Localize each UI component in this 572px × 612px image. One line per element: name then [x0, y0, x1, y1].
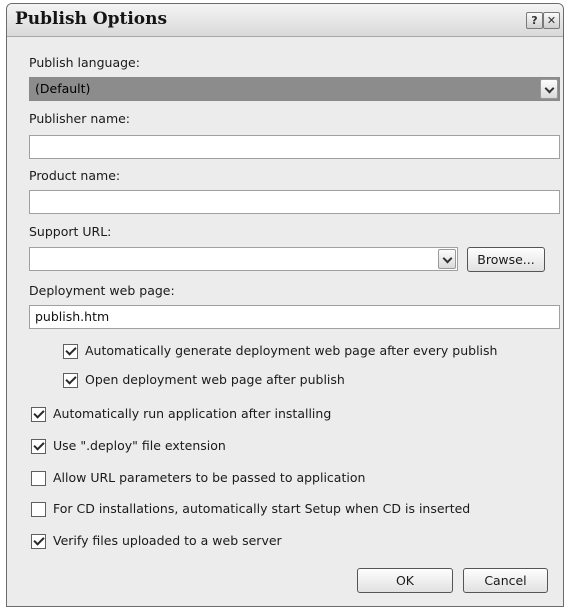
- checkbox-box: [31, 471, 46, 486]
- checkbox-box: [31, 502, 46, 517]
- checkbox-label: Open deployment web page after publish: [85, 372, 345, 387]
- support-url-label: Support URL:: [29, 224, 112, 239]
- dialog-title: Publish Options: [15, 9, 168, 29]
- close-button[interactable]: ✕: [543, 12, 560, 29]
- product-name-input[interactable]: [29, 190, 560, 214]
- chevron-down-icon[interactable]: [438, 249, 456, 269]
- deployment-page-input[interactable]: publish.htm: [29, 305, 560, 329]
- close-icon: ✕: [546, 14, 557, 27]
- help-icon: ?: [531, 14, 538, 27]
- title-bar[interactable]: Publish Options ? ✕: [7, 4, 563, 37]
- checkmark-icon: [63, 344, 78, 359]
- publisher-name-label: Publisher name:: [29, 111, 131, 126]
- publish-options-dialog: Publish Options ? ✕ Publish language: (D…: [6, 3, 564, 607]
- checkmark-icon: [31, 534, 46, 549]
- checkbox-label: For CD installations, automatically star…: [53, 501, 471, 516]
- checkmark-icon: [31, 439, 46, 454]
- checkbox-label: Verify files uploaded to a web server: [53, 533, 282, 548]
- checkbox-label: Automatically run application after inst…: [53, 406, 332, 421]
- checkbox-label: Allow URL parameters to be passed to app…: [53, 470, 366, 485]
- ok-button[interactable]: OK: [357, 568, 453, 593]
- checkmark-icon: [31, 407, 46, 422]
- product-name-label: Product name:: [29, 168, 121, 183]
- checkmark-icon: [63, 373, 78, 388]
- publisher-name-input[interactable]: [29, 135, 560, 159]
- checkbox-label: Automatically generate deployment web pa…: [85, 343, 498, 358]
- deployment-page-value: publish.htm: [35, 309, 110, 324]
- publish-language-combo[interactable]: (Default): [29, 77, 560, 101]
- help-button[interactable]: ?: [526, 12, 543, 29]
- chevron-down-icon[interactable]: [540, 79, 558, 99]
- browse-button[interactable]: Browse...: [467, 247, 545, 272]
- publish-language-value: (Default): [35, 81, 91, 96]
- support-url-combo[interactable]: [29, 247, 458, 271]
- publish-language-label: Publish language:: [29, 55, 140, 70]
- checkbox-label: Use ".deploy" file extension: [53, 438, 226, 453]
- cancel-button[interactable]: Cancel: [463, 568, 548, 593]
- deployment-page-label: Deployment web page:: [29, 283, 175, 298]
